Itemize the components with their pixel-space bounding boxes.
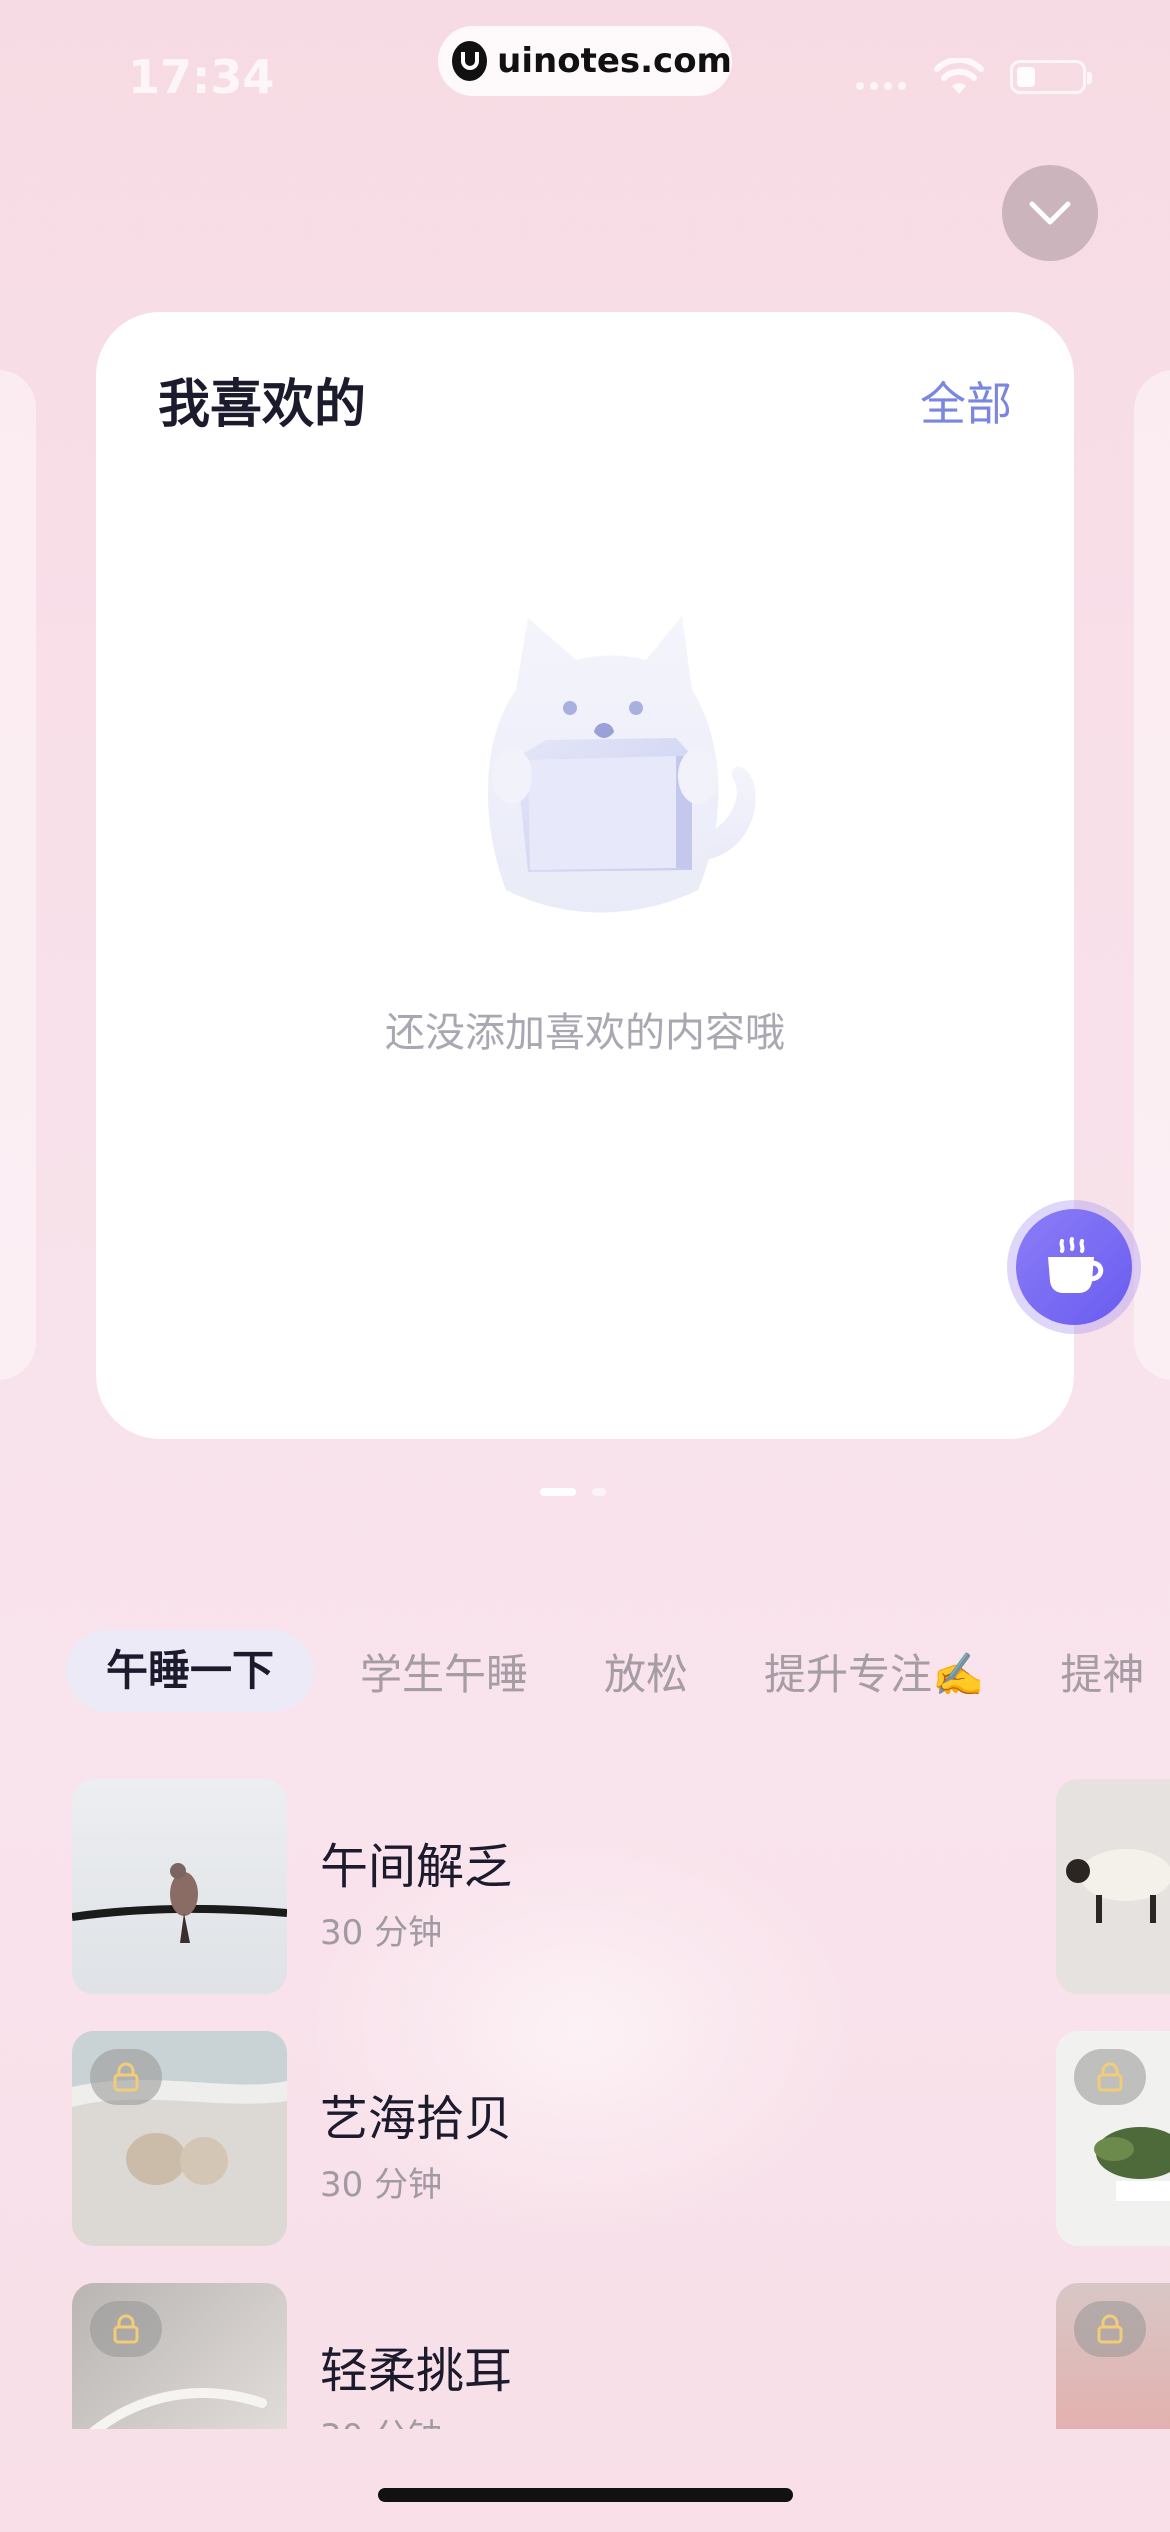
lock-icon	[1097, 2314, 1123, 2344]
feather-thumbnail	[72, 2283, 287, 2429]
site-logo-icon	[452, 41, 488, 81]
favorites-card: 我喜欢的 全部 还没添加喜欢的内容哦	[96, 312, 1074, 1439]
chevron-down-icon	[1029, 201, 1071, 225]
seashell-thumbnail	[72, 2031, 287, 2246]
bird-thumbnail	[72, 1779, 287, 1994]
category-tabs: 午睡一下 学生午睡 放松 提升专注✍️ 提神	[66, 1630, 1170, 1712]
lock-icon	[113, 2314, 139, 2344]
url-pill[interactable]: uinotes.com	[438, 26, 732, 96]
tab-refresh[interactable]: 提神	[1060, 1641, 1144, 1702]
tab-relax[interactable]: 放松	[604, 1641, 688, 1702]
coffee-cup-icon	[1048, 1237, 1104, 1293]
item-title: 午间解乏	[320, 1839, 513, 1895]
cellular-signal-icon	[856, 82, 906, 90]
pagination-dot-active	[540, 1488, 576, 1496]
status-time: 17:34	[128, 50, 275, 104]
url-text: uinotes.com	[497, 41, 732, 81]
list-item[interactable]: 轻柔挑耳 30 分钟	[72, 2283, 1170, 2429]
sheep-thumbnail[interactable]	[1056, 1779, 1170, 1994]
carousel-pagination	[540, 1488, 606, 1496]
list-item[interactable]: 午间解乏 30 分钟	[72, 1779, 1170, 1994]
home-indicator[interactable]	[378, 2488, 793, 2502]
tab-focus[interactable]: 提升专注✍️	[764, 1641, 984, 1702]
item-duration: 30 分钟	[320, 2409, 442, 2429]
tab-student-nap[interactable]: 学生午睡	[360, 1641, 528, 1702]
lock-icon	[1097, 2062, 1123, 2092]
item-duration: 30 分钟	[320, 2165, 443, 2205]
lock-icon	[113, 2062, 139, 2092]
wifi-icon	[934, 58, 984, 94]
pink-thumbnail[interactable]	[1056, 2283, 1170, 2429]
item-title: 艺海拾贝	[320, 2091, 513, 2147]
lock-badge	[1074, 2049, 1146, 2105]
item-title: 轻柔挑耳	[320, 2343, 513, 2399]
tab-nap[interactable]: 午睡一下	[66, 1630, 315, 1712]
lock-badge	[90, 2049, 162, 2105]
empty-cat-illustration	[487, 616, 756, 913]
battery-icon	[1010, 60, 1092, 94]
item-duration: 30 分钟	[320, 1913, 443, 1953]
next-card-peek[interactable]	[1134, 370, 1170, 1380]
pagination-dot	[592, 1488, 606, 1496]
collapse-button[interactable]	[1002, 165, 1098, 261]
list-item[interactable]: 艺海拾贝 30 分钟	[72, 2031, 1170, 2246]
coffee-fab-button[interactable]	[1007, 1200, 1141, 1334]
previous-card-peek[interactable]	[0, 370, 36, 1380]
favorites-title: 我喜欢的	[158, 375, 367, 435]
plant-thumbnail[interactable]	[1056, 2031, 1170, 2246]
lock-badge	[90, 2301, 162, 2357]
lock-badge	[1074, 2301, 1146, 2357]
empty-state-message: 还没添加喜欢的内容哦	[385, 1010, 785, 1056]
content-list: 午间解乏 30 分钟 艺海拾贝 30 分钟 轻柔挑耳	[72, 1779, 1170, 2429]
view-all-link[interactable]: 全部	[920, 368, 1012, 434]
